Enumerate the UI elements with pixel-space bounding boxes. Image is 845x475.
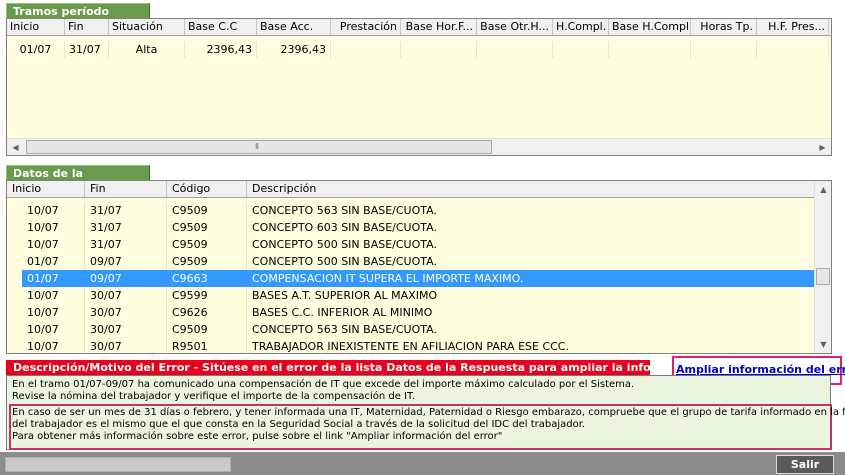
respuesta-cell-inicio: 10/07 — [7, 236, 85, 253]
table-row[interactable]: 10/07 31/07 C9509 CONCEPTO 500 SIN BASE/CUO… — [7, 236, 815, 253]
tramos-col-base-h-compl[interactable]: Base H.Compl. — [609, 19, 691, 35]
respuesta-cell-inicio: 10/07 — [7, 304, 85, 321]
tramos-cell-hf-pres — [757, 41, 829, 58]
respuesta-cell-descripcion: CONCEPTO 563 SIN BASE/CUOTA. — [247, 202, 815, 219]
error-line-4: del trabajador es el mismo que el que co… — [12, 419, 586, 430]
table-row[interactable]: 10/07 30/07 R9501 TRABAJADOR INEXISTENTE EN… — [7, 338, 815, 353]
tramos-cell-base-acc: 2396,43 — [257, 41, 331, 58]
table-row[interactable]: 10/07 31/07 C9509 CONCEPTO 603 SIN BASE/CUO… — [7, 219, 815, 236]
table-row[interactable]: 10/07 31/07 C9509 CONCEPTO 563 SIN BASE/CUO… — [7, 202, 815, 219]
tramos-cell-fin: 31/07 — [65, 41, 109, 58]
tramos-section-title: Tramos período A3nom — [6, 3, 150, 31]
error-line-2: Revise la nómina del trabajador y verifi… — [12, 391, 416, 402]
respuesta-cell-codigo: C9509 — [167, 321, 247, 338]
salir-button[interactable]: Salir — [776, 455, 834, 474]
respuesta-cell-fin: 30/07 — [85, 321, 167, 338]
tramos-col-horas-tp[interactable]: Horas Tp. — [691, 19, 757, 35]
tramos-hscrollbar[interactable]: ◀ Ⅱ ▶ — [7, 138, 831, 155]
respuesta-vscrollbar[interactable]: ▲ ▼ — [814, 181, 831, 353]
respuesta-cell-codigo: R9501 — [167, 338, 247, 353]
table-row[interactable]: 01/07 09/07 C9509 CONCEPTO 500 SIN BASE/CUO… — [7, 253, 815, 270]
tramos-col-h-compl[interactable]: H.Compl. — [553, 19, 609, 35]
respuesta-cell-codigo: C9663 — [167, 270, 247, 287]
tramos-col-prestacion[interactable]: Prestación — [331, 19, 401, 35]
tramos-col-base-acc[interactable]: Base Acc. — [257, 19, 331, 35]
respuesta-cell-descripcion: COMPENSACION IT SUPERA EL IMPORTE MAXIMO… — [247, 270, 815, 287]
tramos-col-base-otr-h[interactable]: Base Otr.H... — [477, 19, 553, 35]
scroll-up-icon[interactable]: ▲ — [815, 181, 831, 198]
error-line-5: Para obtener más información sobre este … — [12, 431, 503, 442]
table-row[interactable]: 01/07 31/07 Alta 2396,43 2396,43 — [7, 41, 829, 58]
respuesta-col-fin[interactable]: Fin — [85, 181, 167, 197]
tramos-col-fin[interactable]: Fin — [65, 19, 109, 35]
respuesta-col-codigo[interactable]: Código — [167, 181, 247, 197]
tramos-cell-inicio: 01/07 — [7, 41, 65, 58]
tramos-cell-prestacion — [331, 41, 401, 58]
respuesta-cell-fin: 09/07 — [85, 270, 167, 287]
error-line-1: En el tramo 01/07-09/07 ha comunicado un… — [12, 379, 635, 390]
tramos-col-base-hor-f[interactable]: Base Hor.F... — [401, 19, 477, 35]
tramos-header: Inicio Fin Situación Base C.C Base Acc. … — [7, 19, 831, 36]
respuesta-cell-descripcion: TRABAJADOR INEXISTENTE EN AFILIACION PAR… — [247, 338, 815, 353]
respuesta-cell-fin: 30/07 — [85, 304, 167, 321]
respuesta-cell-fin: 30/07 — [85, 338, 167, 353]
progress-bar — [5, 457, 231, 472]
respuesta-cell-inicio: 10/07 — [7, 287, 85, 304]
scroll-right-icon[interactable]: ▶ — [814, 139, 831, 155]
respuesta-cell-codigo: C9509 — [167, 219, 247, 236]
tramos-col-hf-pres[interactable]: H.F. Pres... — [757, 19, 829, 35]
table-row[interactable]: 10/07 30/07 C9626 BASES C.C. INFERIOR AL MI… — [7, 304, 815, 321]
tramos-cell-base-hor-f — [401, 41, 477, 58]
respuesta-cell-inicio: 01/07 — [7, 253, 85, 270]
respuesta-cell-fin: 30/07 — [85, 287, 167, 304]
respuesta-cell-fin: 31/07 — [85, 236, 167, 253]
respuesta-cell-codigo: C9626 — [167, 304, 247, 321]
tramos-col-inicio[interactable]: Inicio — [7, 19, 65, 35]
tramos-cell-base-h-compl — [609, 41, 691, 58]
scroll-down-icon[interactable]: ▼ — [815, 336, 831, 353]
respuesta-cell-inicio: 10/07 — [7, 338, 85, 353]
respuesta-cell-fin: 31/07 — [85, 202, 167, 219]
respuesta-cell-descripcion: CONCEPTO 563 SIN BASE/CUOTA. — [247, 321, 815, 338]
tramos-col-situacion[interactable]: Situación — [109, 19, 185, 35]
respuesta-col-inicio[interactable]: Inicio — [7, 181, 85, 197]
table-row[interactable]: 10/07 30/07 C9509 CONCEPTO 563 SIN BASE/CUO… — [7, 321, 815, 338]
respuesta-cell-inicio: 10/07 — [7, 219, 85, 236]
respuesta-cell-descripcion: BASES C.C. INFERIOR AL MINIMO — [247, 304, 815, 321]
table-row[interactable]: 01/07 09/07 C9663 COMPENSACION IT SUPERA EL… — [22, 270, 815, 287]
respuesta-col-descripcion[interactable]: Descripción — [247, 181, 815, 197]
respuesta-vscroll-thumb[interactable] — [816, 268, 830, 285]
respuesta-cell-descripcion: BASES A.T. SUPERIOR AL MAXIMO — [247, 287, 815, 304]
respuesta-header: Inicio Fin Código Descripción — [7, 181, 815, 198]
respuesta-cell-codigo: C9509 — [167, 202, 247, 219]
error-section-title: Descripción/Motivo del Error - Sitúese e… — [6, 360, 650, 375]
respuesta-section-title: Datos de la Respuesta — [6, 165, 150, 193]
scroll-left-icon[interactable]: ◀ — [7, 139, 24, 155]
respuesta-cell-fin: 31/07 — [85, 219, 167, 236]
tramos-cell-h-compl — [553, 41, 609, 58]
respuesta-grid[interactable]: Inicio Fin Código Descripción 10/07 31/07… — [6, 180, 832, 354]
respuesta-cell-descripcion: CONCEPTO 500 SIN BASE/CUOTA. — [247, 236, 815, 253]
tramos-cell-base-otr-h — [477, 41, 553, 58]
respuesta-cell-codigo: C9599 — [167, 287, 247, 304]
respuesta-cell-codigo: C9509 — [167, 253, 247, 270]
respuesta-cell-codigo: C9509 — [167, 236, 247, 253]
error-line-3: En caso de ser un mes de 31 días o febre… — [12, 407, 845, 418]
respuesta-cell-inicio: 10/07 — [7, 202, 85, 219]
tramos-cell-base-cc: 2396,43 — [185, 41, 257, 58]
respuesta-cell-fin: 09/07 — [85, 253, 167, 270]
tramos-grid[interactable]: Inicio Fin Situación Base C.C Base Acc. … — [6, 18, 832, 156]
respuesta-cell-inicio: 10/07 — [7, 321, 85, 338]
table-row[interactable]: 10/07 30/07 C9599 BASES A.T. SUPERIOR AL MA… — [7, 287, 815, 304]
error-description-box: En el tramo 01/07-09/07 ha comunicado un… — [6, 375, 845, 450]
respuesta-cell-descripcion: CONCEPTO 500 SIN BASE/CUOTA. — [247, 253, 815, 270]
respuesta-cell-descripcion: CONCEPTO 603 SIN BASE/CUOTA. — [247, 219, 815, 236]
tramos-col-base-cc[interactable]: Base C.C — [185, 19, 257, 35]
grip-icon: Ⅱ — [255, 142, 259, 151]
tramos-cell-situacion: Alta — [109, 41, 185, 58]
tramos-cell-horas-tp — [691, 41, 757, 58]
tramos-hscroll-thumb[interactable]: Ⅱ — [26, 140, 492, 154]
respuesta-cell-inicio: 01/07 — [22, 270, 85, 287]
